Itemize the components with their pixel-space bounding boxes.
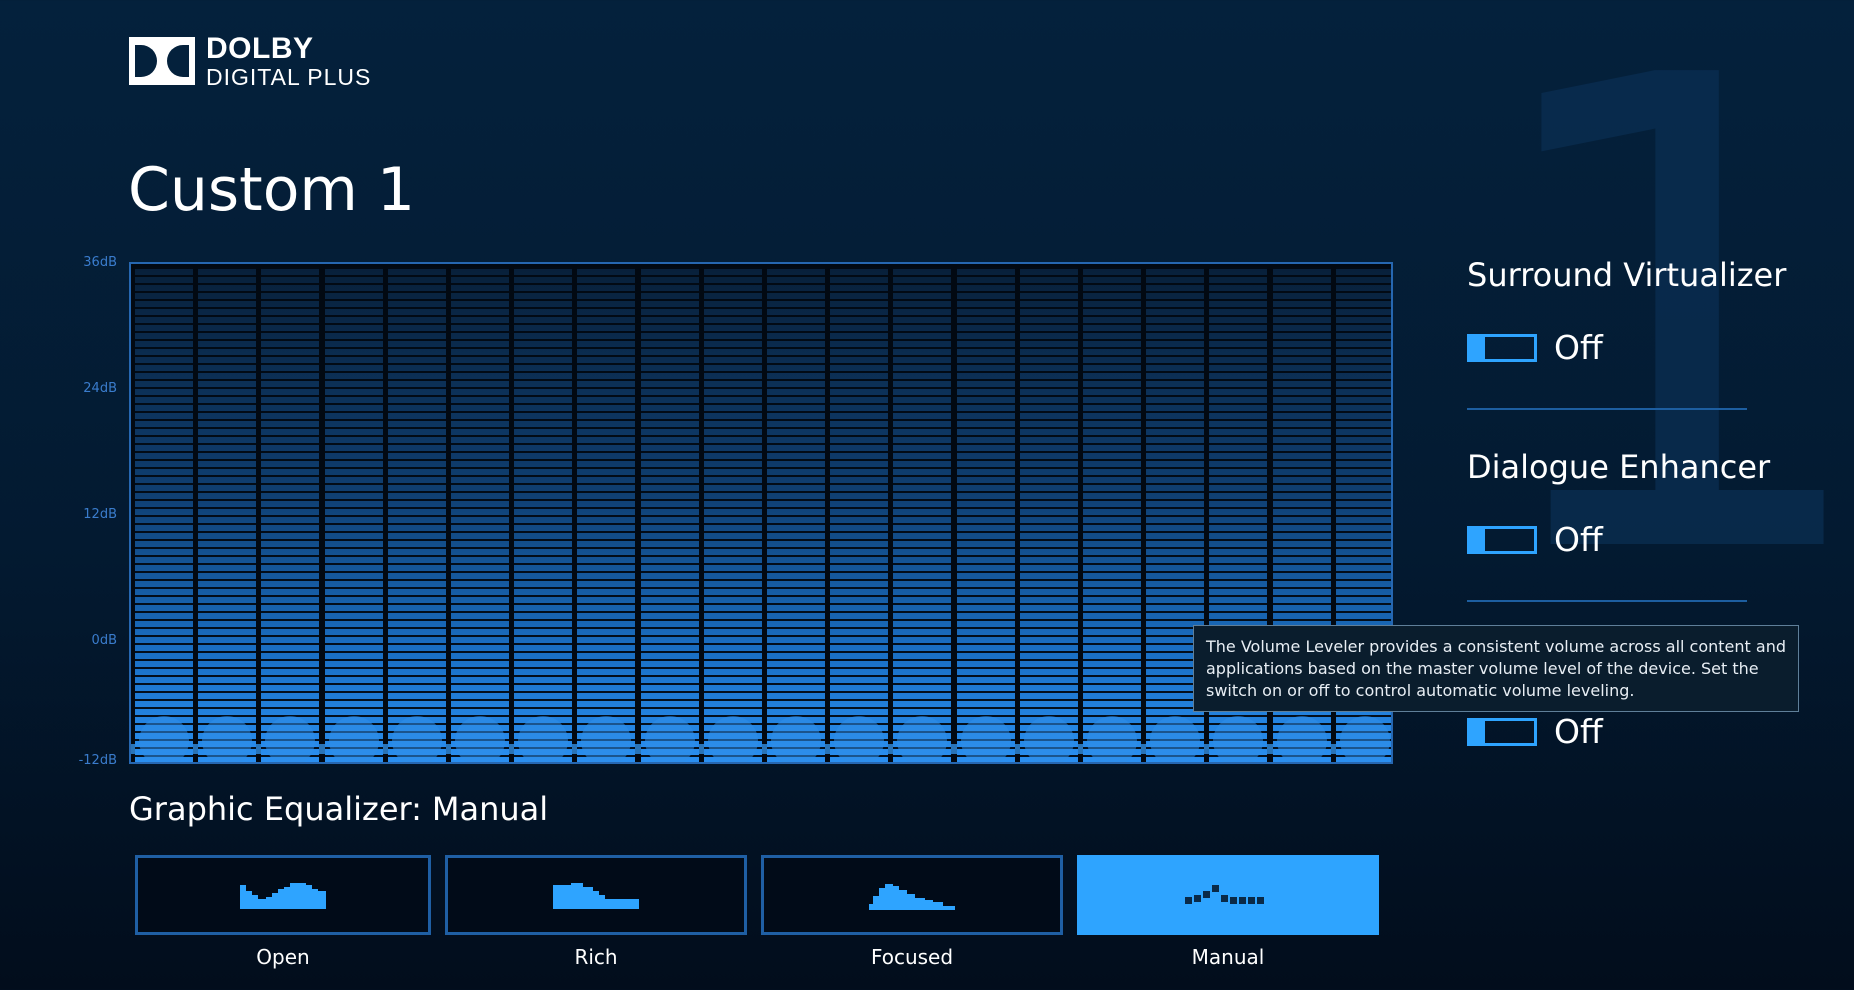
preset-open-label: Open [256,945,310,969]
eq-band-13[interactable] [893,267,952,762]
manual-dots-icon [1185,885,1264,904]
eq-band-handle[interactable] [771,716,821,762]
eq-band-5[interactable] [387,267,446,762]
surround-virtualizer-toggle[interactable] [1467,334,1537,362]
settings-divider [1467,408,1747,410]
eq-band-handle[interactable] [1213,716,1264,762]
surround-virtualizer-state: Off [1554,328,1603,367]
preset-focused-label: Focused [870,945,954,969]
eq-band-1[interactable] [135,267,193,762]
logo-line1: DOLBY [206,31,314,65]
eq-band-handle[interactable] [518,716,569,762]
eq-band-handle[interactable] [328,716,379,762]
eq-band-handle[interactable] [897,716,948,762]
preset-focused-button[interactable] [761,855,1063,935]
surround-virtualizer-heading: Surround Virtualizer [1467,256,1787,294]
eq-band-7[interactable] [514,267,573,762]
eq-band-handle[interactable] [581,716,632,762]
dolby-logo: DOLBY DIGITAL PLUS [129,31,372,90]
eq-band-handle[interactable] [834,716,885,762]
volume-leveler-state: Off [1554,712,1603,751]
preset-manual-button[interactable] [1077,855,1379,935]
eq-band-handle[interactable] [1150,716,1201,762]
eq-band-8[interactable] [577,267,636,762]
eq-band-11[interactable] [767,267,825,762]
db-label-12: 12dB [83,507,117,522]
rich-curve-icon [553,883,639,909]
equalizer-label: Graphic Equalizer: [129,790,422,828]
eq-band-handle[interactable] [644,716,695,762]
eq-band-9[interactable] [640,267,699,762]
eq-band-3[interactable] [261,267,320,762]
eq-band-handle[interactable] [1087,716,1137,762]
dialogue-enhancer-heading: Dialogue Enhancer [1467,448,1771,486]
eq-band-15[interactable] [1019,267,1078,762]
open-curve-icon [240,883,326,909]
focused-curve-icon [869,884,955,910]
eq-band-4[interactable] [324,267,383,762]
toggle-thumb [1470,529,1485,551]
eq-band-handle[interactable] [1023,716,1074,762]
eq-band-2[interactable] [198,267,257,762]
eq-band-16[interactable] [1083,267,1141,762]
volume-leveler-toggle[interactable] [1467,718,1537,746]
eq-band-handle[interactable] [202,716,253,762]
eq-band-handle[interactable] [139,716,189,762]
equalizer-mode-value: Manual [431,790,549,828]
eq-band-6[interactable] [451,267,509,762]
eq-band-handle[interactable] [265,716,316,762]
toggle-thumb [1470,721,1485,743]
eq-band-handle[interactable] [455,716,505,762]
db-label-minus12: -12dB [78,753,117,768]
eq-band-handle[interactable] [1339,716,1390,762]
logo-line2: DIGITAL PLUS [206,63,372,90]
preset-rich-button[interactable] [445,855,747,935]
settings-divider [1467,600,1747,602]
equalizer-mode-label: Graphic Equalizer: Manual [129,790,548,828]
dialogue-enhancer-state: Off [1554,520,1603,559]
volume-leveler-tooltip: The Volume Leveler provides a consistent… [1193,625,1799,712]
db-label-36: 36dB [83,255,117,270]
page-title: Custom 1 [128,155,416,225]
toggle-thumb [1470,337,1485,359]
eq-band-handle[interactable] [391,716,442,762]
preset-manual-label: Manual [1191,945,1265,969]
eq-band-handle[interactable] [1276,716,1327,762]
eq-band-10[interactable] [703,267,762,762]
dolby-double-d-icon [129,37,195,85]
eq-band-14[interactable] [956,267,1015,762]
preset-open-button[interactable] [135,855,431,935]
eq-band-handle[interactable] [960,716,1011,762]
db-label-0: 0dB [91,633,117,648]
db-label-24: 24dB [83,381,117,396]
eq-band-12[interactable] [830,267,889,762]
profile-watermark-number: 1 [1470,0,1854,698]
dialogue-enhancer-toggle[interactable] [1467,526,1537,554]
eq-band-handle[interactable] [707,716,758,762]
preset-rich-label: Rich [574,945,618,969]
